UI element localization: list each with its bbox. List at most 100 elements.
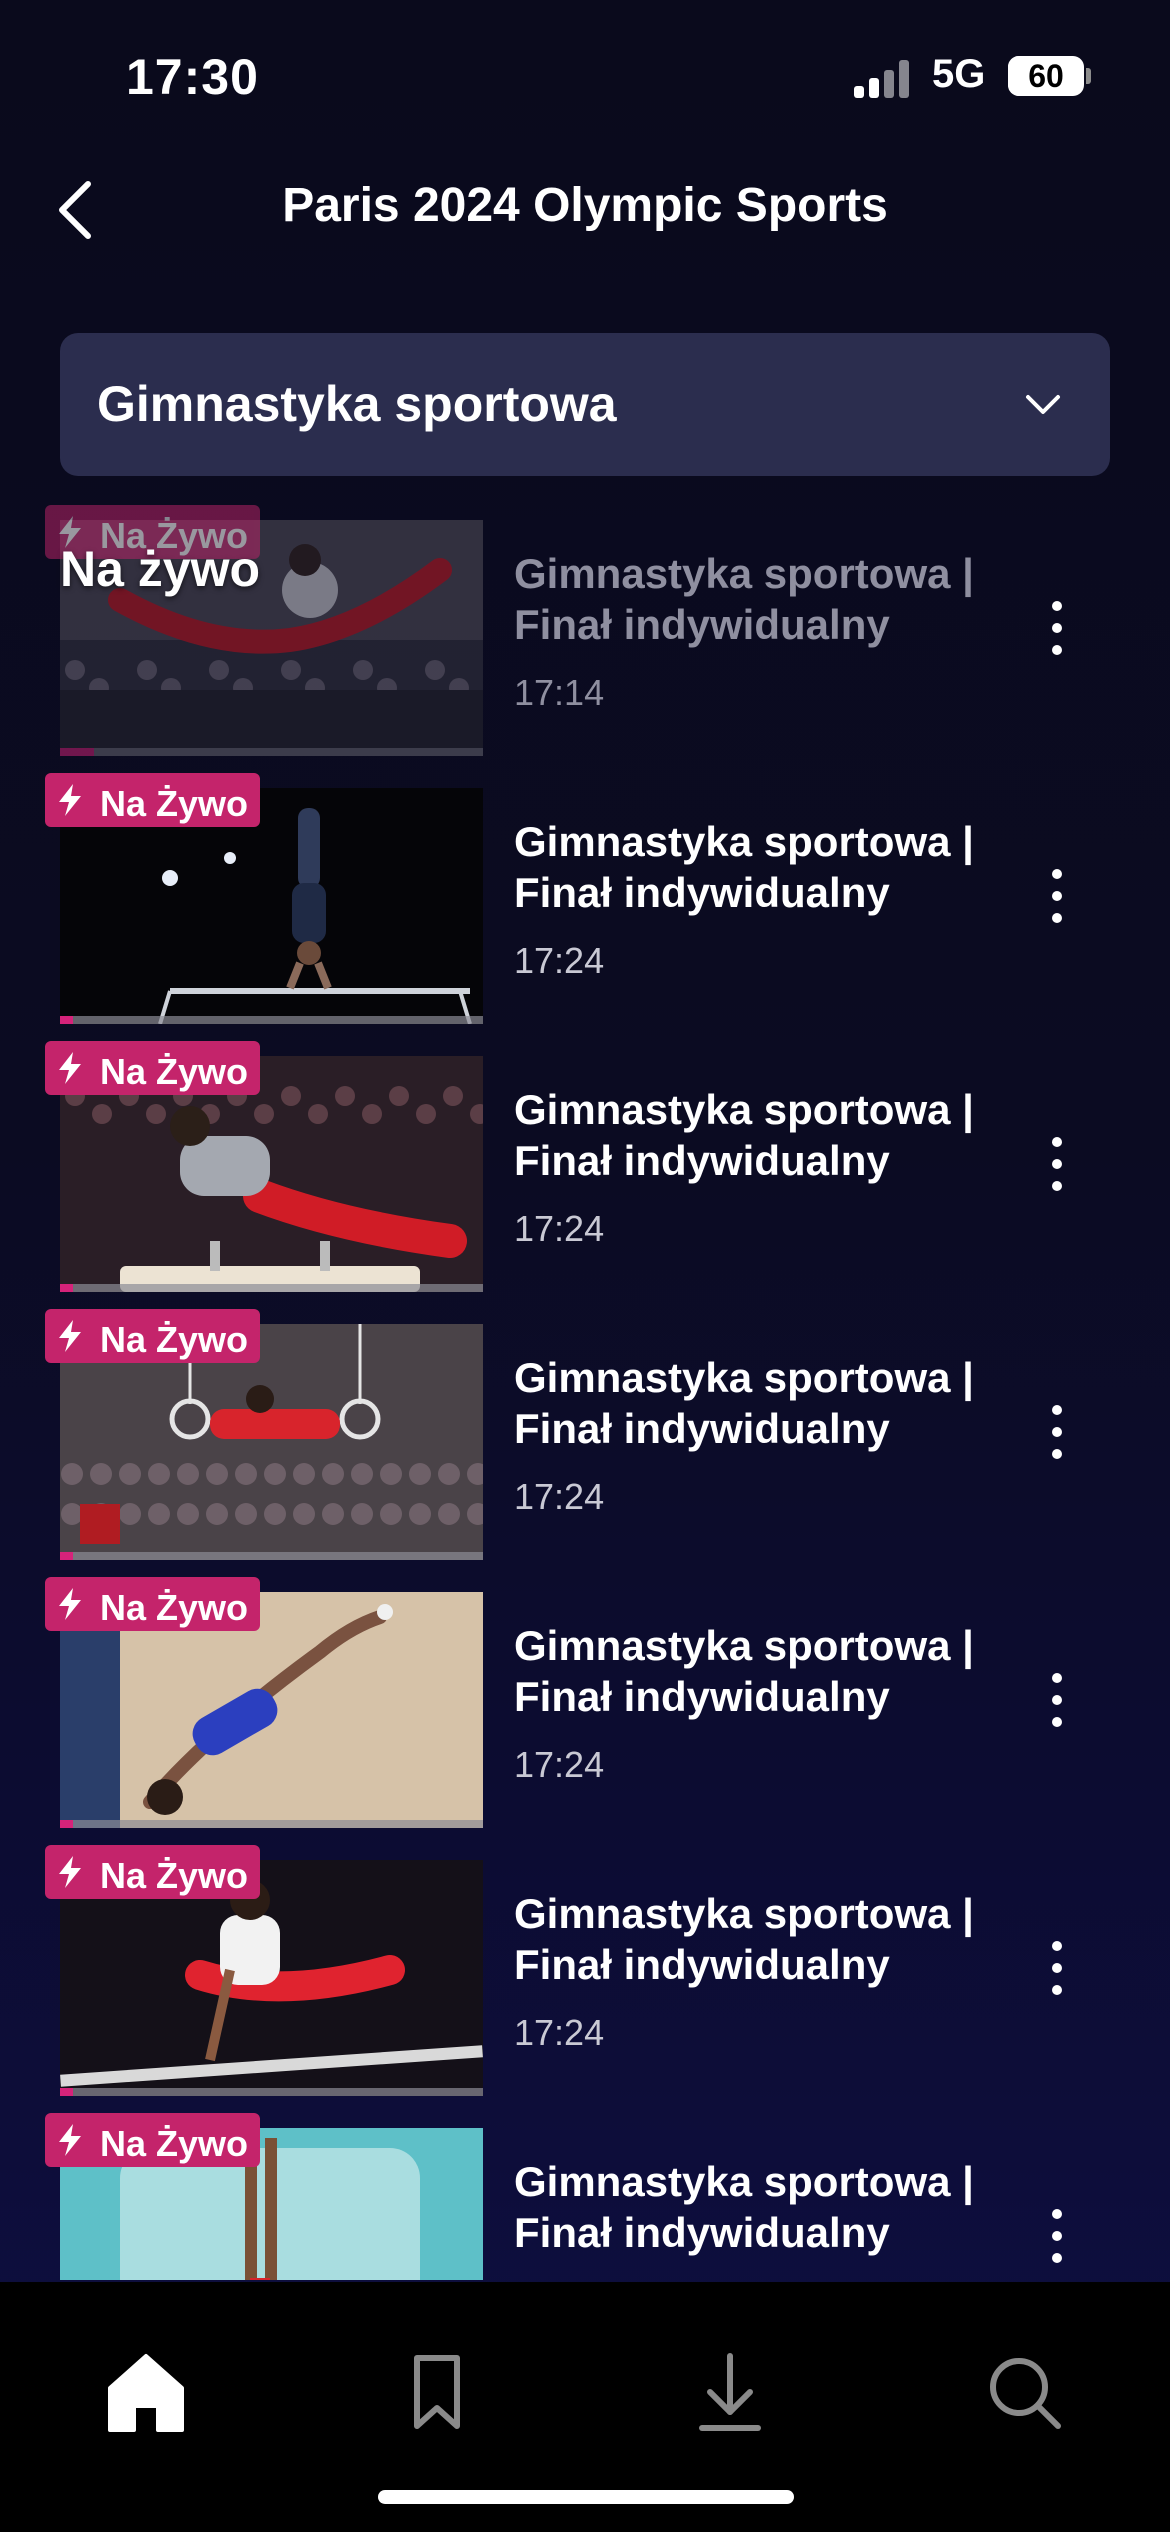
more-options-button[interactable] bbox=[1032, 1933, 1082, 2003]
live-badge-label: Na Żywo bbox=[100, 783, 249, 824]
download-icon bbox=[699, 2353, 761, 2431]
live-overlay-label: Na żywo bbox=[60, 541, 261, 597]
screen: 17:30 5G 60 Paris 2024 Olympic Sports Gi… bbox=[0, 0, 1170, 2532]
more-options-button[interactable] bbox=[1032, 861, 1082, 931]
home-indicator[interactable] bbox=[378, 2490, 794, 2504]
video-list-item[interactable]: Na Żywo Gimnastyka sportowa | Finał indyw… bbox=[0, 1036, 1170, 1304]
video-title[interactable]: Gimnastyka sportowa | Finał indywidualny bbox=[514, 1352, 1014, 1454]
live-badge: Na Żywo bbox=[45, 2113, 260, 2167]
battery-icon: 60 bbox=[1008, 56, 1084, 96]
progress-fill bbox=[60, 1820, 73, 1828]
video-title[interactable]: Gimnastyka sportowa | Finał indywidualny bbox=[514, 1888, 1014, 1990]
live-badge-label: Na Żywo bbox=[100, 2123, 249, 2164]
battery-tip bbox=[1086, 68, 1091, 84]
tab-saved[interactable] bbox=[377, 2332, 497, 2452]
status-time: 17:30 bbox=[126, 49, 259, 105]
more-dot bbox=[1052, 2231, 1062, 2241]
progress-fill bbox=[60, 1016, 73, 1024]
progress-fill bbox=[60, 748, 94, 756]
video-title[interactable]: Gimnastyka sportowa | Finał indywidualny bbox=[514, 1084, 1014, 1186]
lightning-icon bbox=[59, 2124, 81, 2156]
tab-search[interactable] bbox=[964, 2332, 1084, 2452]
more-dot bbox=[1052, 1159, 1062, 1169]
live-badge: Na Żywo bbox=[45, 1577, 260, 1631]
video-list[interactable]: Na Żywo Gimnastyka sportowa | Finał indyw… bbox=[0, 500, 1170, 2280]
more-dot bbox=[1052, 1963, 1062, 1973]
more-options-button[interactable] bbox=[1032, 1129, 1082, 1199]
more-dot bbox=[1052, 1405, 1062, 1415]
progress-bar bbox=[60, 748, 483, 756]
more-dot bbox=[1052, 2253, 1062, 2263]
tab-home[interactable] bbox=[86, 2332, 206, 2452]
lightning-icon bbox=[59, 1320, 81, 1352]
sport-selector-dropdown[interactable]: Gimnastyka sportowa bbox=[60, 333, 1110, 476]
bookmark-icon bbox=[414, 2355, 460, 2429]
more-dot bbox=[1052, 1717, 1062, 1727]
tab-downloads[interactable] bbox=[670, 2332, 790, 2452]
video-title[interactable]: Gimnastyka sportowa | Finał indywidualny bbox=[514, 1620, 1014, 1722]
dropdown-selected-value: Gimnastyka sportowa bbox=[97, 376, 617, 432]
progress-bar bbox=[60, 2088, 483, 2096]
progress-bar bbox=[60, 1284, 483, 1292]
more-options-button[interactable] bbox=[1032, 593, 1082, 663]
more-dot bbox=[1052, 601, 1062, 611]
more-options-button[interactable] bbox=[1032, 1665, 1082, 1735]
more-dot bbox=[1052, 1181, 1062, 1191]
video-time: 17:24 bbox=[514, 1208, 605, 1249]
signal-icon bbox=[854, 58, 914, 98]
live-badge: Na Żywo bbox=[45, 1845, 260, 1899]
chevron-down-icon bbox=[1026, 395, 1060, 414]
video-time: 17:24 bbox=[514, 2012, 605, 2053]
more-dot bbox=[1052, 1941, 1062, 1951]
video-list-item[interactable]: Na Żywo Gimnastyka sportowa | Finał indyw… bbox=[0, 500, 1170, 768]
more-dot bbox=[1052, 891, 1062, 901]
more-dot bbox=[1052, 1137, 1062, 1147]
progress-fill bbox=[60, 2088, 73, 2096]
more-dot bbox=[1052, 913, 1062, 923]
live-badge-label: Na Żywo bbox=[100, 1051, 249, 1092]
video-list-item[interactable]: Na Żywo Gimnastyka sportowa | Finał indyw… bbox=[0, 1840, 1170, 2108]
header: Paris 2024 Olympic Sports bbox=[0, 150, 1170, 270]
video-time: 17:24 bbox=[514, 1476, 605, 1517]
video-title[interactable]: Gimnastyka sportowa | Finał indywidualny bbox=[514, 548, 1014, 650]
more-dot bbox=[1052, 623, 1062, 633]
more-dot bbox=[1052, 1695, 1062, 1705]
more-dot bbox=[1052, 645, 1062, 655]
progress-fill bbox=[60, 1284, 73, 1292]
live-badge: Na Żywo bbox=[45, 1041, 260, 1095]
live-badge-label: Na Żywo bbox=[100, 1319, 249, 1360]
progress-bar bbox=[60, 1552, 483, 1560]
more-dot bbox=[1052, 1427, 1062, 1437]
progress-bar bbox=[60, 1016, 483, 1024]
more-dot bbox=[1052, 1449, 1062, 1459]
live-badge-label: Na Żywo bbox=[100, 1855, 249, 1896]
battery-level: 60 bbox=[1028, 58, 1064, 94]
lightning-icon bbox=[59, 784, 81, 816]
page-title: Paris 2024 Olympic Sports bbox=[282, 179, 888, 232]
live-badge-label: Na Żywo bbox=[100, 1587, 249, 1628]
more-dot bbox=[1052, 2209, 1062, 2219]
network-type: 5G bbox=[932, 52, 986, 96]
home-icon bbox=[108, 2354, 184, 2432]
progress-bar bbox=[60, 1820, 483, 1828]
video-list-item[interactable]: Na Żywo Gimnastyka sportowa | Finał indyw… bbox=[0, 768, 1170, 1036]
video-list-item[interactable]: Na Żywo Gimnastyka sportowa | Finał indyw… bbox=[0, 1304, 1170, 1572]
video-list-item[interactable]: Na Żywo Gimnastyka sportowa | Finał indyw… bbox=[0, 2108, 1170, 2280]
video-title[interactable]: Gimnastyka sportowa | Finał indywidualny bbox=[514, 2156, 1014, 2258]
more-options-button[interactable] bbox=[1032, 2201, 1082, 2271]
lightning-icon bbox=[59, 1588, 81, 1620]
live-badge: Na Żywo bbox=[45, 773, 260, 827]
more-options-button[interactable] bbox=[1032, 1397, 1082, 1467]
video-time: 17:24 bbox=[514, 940, 605, 981]
lightning-icon bbox=[59, 1052, 81, 1084]
video-list-item[interactable]: Na Żywo Gimnastyka sportowa | Finał indyw… bbox=[0, 1572, 1170, 1840]
more-dot bbox=[1052, 1985, 1062, 1995]
more-dot bbox=[1052, 869, 1062, 879]
search-icon bbox=[990, 2358, 1061, 2429]
lightning-icon bbox=[59, 1856, 81, 1888]
live-badge: Na Żywo bbox=[45, 1309, 260, 1363]
status-bar: 17:30 5G 60 bbox=[0, 0, 1170, 150]
video-time: 17:14 bbox=[514, 672, 605, 713]
video-title[interactable]: Gimnastyka sportowa | Finał indywidualny bbox=[514, 816, 1014, 918]
video-time: 17:24 bbox=[514, 1744, 605, 1785]
